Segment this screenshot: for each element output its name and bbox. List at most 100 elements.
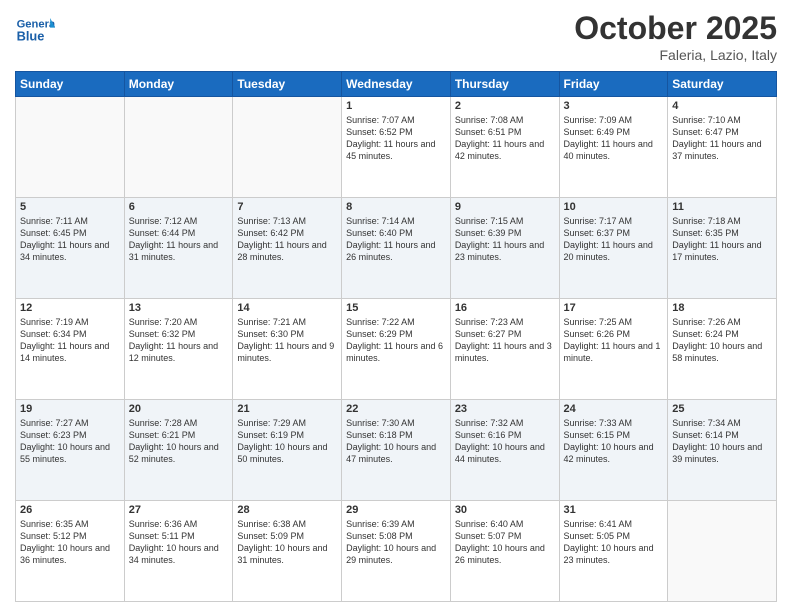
day-number: 23 (455, 403, 555, 415)
calendar-cell-w2-d7: 11 Sunrise: 7:18 AM Sunset: 6:35 PM Dayli… (668, 198, 777, 299)
cell-content: Sunrise: 7:25 AM Sunset: 6:26 PM Dayligh… (564, 316, 664, 365)
cell-content: Sunrise: 7:08 AM Sunset: 6:51 PM Dayligh… (455, 114, 555, 163)
day-number: 25 (672, 403, 772, 415)
cell-content: Sunrise: 7:14 AM Sunset: 6:40 PM Dayligh… (346, 215, 446, 264)
calendar-cell-w2-d4: 8 Sunrise: 7:14 AM Sunset: 6:40 PM Daylig… (342, 198, 451, 299)
day-number: 19 (20, 403, 120, 415)
svg-text:Blue: Blue (17, 28, 45, 43)
cell-content: Sunrise: 7:10 AM Sunset: 6:47 PM Dayligh… (672, 114, 772, 163)
calendar-cell-w3-d4: 15 Sunrise: 7:22 AM Sunset: 6:29 PM Dayli… (342, 299, 451, 400)
calendar-cell-w5-d6: 31Sunrise: 6:41 AM Sunset: 5:05 PM Dayli… (559, 501, 668, 602)
week-row-3: 12 Sunrise: 7:19 AM Sunset: 6:34 PM Dayli… (16, 299, 777, 400)
day-number: 24 (564, 403, 664, 415)
calendar-cell-w2-d5: 9 Sunrise: 7:15 AM Sunset: 6:39 PM Daylig… (450, 198, 559, 299)
cell-content: Sunrise: 6:40 AM Sunset: 5:07 PM Dayligh… (455, 518, 555, 567)
cell-content: Sunrise: 6:39 AM Sunset: 5:08 PM Dayligh… (346, 518, 446, 567)
day-number: 6 (129, 201, 229, 213)
calendar-cell-w2-d1: 5 Sunrise: 7:11 AM Sunset: 6:45 PM Daylig… (16, 198, 125, 299)
day-number: 15 (346, 302, 446, 314)
location-subtitle: Faleria, Lazio, Italy (574, 47, 777, 63)
calendar-cell-w1-d7: 4 Sunrise: 7:10 AM Sunset: 6:47 PM Daylig… (668, 97, 777, 198)
calendar-cell-w3-d7: 18 Sunrise: 7:26 AM Sunset: 6:24 PM Dayli… (668, 299, 777, 400)
calendar-cell-w5-d1: 26Sunrise: 6:35 AM Sunset: 5:12 PM Dayli… (16, 501, 125, 602)
cell-content: Sunrise: 7:27 AM Sunset: 6:23 PM Dayligh… (20, 417, 120, 466)
logo-icon: General Blue (15, 10, 55, 50)
cell-content: Sunrise: 7:13 AM Sunset: 6:42 PM Dayligh… (237, 215, 337, 264)
calendar-cell-w4-d7: 25Sunrise: 7:34 AM Sunset: 6:14 PM Dayli… (668, 400, 777, 501)
calendar-cell-w1-d2 (124, 97, 233, 198)
day-number: 1 (346, 100, 446, 112)
day-number: 3 (564, 100, 664, 112)
calendar-cell-w4-d6: 24 Sunrise: 7:33 AM Sunset: 6:15 PM Dayli… (559, 400, 668, 501)
logo: General Blue (15, 10, 57, 50)
week-row-4: 19 Sunrise: 7:27 AM Sunset: 6:23 PM Dayli… (16, 400, 777, 501)
cell-content: Sunrise: 7:33 AM Sunset: 6:15 PM Dayligh… (564, 417, 664, 466)
header-sunday: Sunday (16, 72, 125, 97)
calendar-cell-w3-d5: 16 Sunrise: 7:23 AM Sunset: 6:27 PM Dayli… (450, 299, 559, 400)
cell-content: Sunrise: 7:09 AM Sunset: 6:49 PM Dayligh… (564, 114, 664, 163)
day-number: 27 (129, 504, 229, 516)
cell-content: Sunrise: 7:28 AM Sunset: 6:21 PM Dayligh… (129, 417, 229, 466)
cell-content: Sunrise: 7:12 AM Sunset: 6:44 PM Dayligh… (129, 215, 229, 264)
header-friday: Friday (559, 72, 668, 97)
cell-content: Sunrise: 7:20 AM Sunset: 6:32 PM Dayligh… (129, 316, 229, 365)
calendar-cell-w1-d6: 3 Sunrise: 7:09 AM Sunset: 6:49 PM Daylig… (559, 97, 668, 198)
day-number: 29 (346, 504, 446, 516)
cell-content: Sunrise: 7:22 AM Sunset: 6:29 PM Dayligh… (346, 316, 446, 365)
header-monday: Monday (124, 72, 233, 97)
calendar-cell-w4-d1: 19 Sunrise: 7:27 AM Sunset: 6:23 PM Dayli… (16, 400, 125, 501)
day-number: 18 (672, 302, 772, 314)
day-number: 28 (237, 504, 337, 516)
header-thursday: Thursday (450, 72, 559, 97)
cell-content: Sunrise: 7:29 AM Sunset: 6:19 PM Dayligh… (237, 417, 337, 466)
calendar-cell-w5-d2: 27 Sunrise: 6:36 AM Sunset: 5:11 PM Dayli… (124, 501, 233, 602)
header: General Blue October 2025 Faleria, Lazio… (15, 10, 777, 63)
cell-content: Sunrise: 7:07 AM Sunset: 6:52 PM Dayligh… (346, 114, 446, 163)
day-number: 12 (20, 302, 120, 314)
week-row-5: 26Sunrise: 6:35 AM Sunset: 5:12 PM Dayli… (16, 501, 777, 602)
calendar-cell-w4-d3: 21 Sunrise: 7:29 AM Sunset: 6:19 PM Dayli… (233, 400, 342, 501)
calendar-cell-w5-d5: 30 Sunrise: 6:40 AM Sunset: 5:07 PM Dayli… (450, 501, 559, 602)
cell-content: Sunrise: 7:23 AM Sunset: 6:27 PM Dayligh… (455, 316, 555, 365)
day-number: 21 (237, 403, 337, 415)
cell-content: Sunrise: 7:26 AM Sunset: 6:24 PM Dayligh… (672, 316, 772, 365)
calendar-cell-w1-d4: 1 Sunrise: 7:07 AM Sunset: 6:52 PM Daylig… (342, 97, 451, 198)
day-number: 20 (129, 403, 229, 415)
header-wednesday: Wednesday (342, 72, 451, 97)
cell-content: Sunrise: 7:30 AM Sunset: 6:18 PM Dayligh… (346, 417, 446, 466)
cell-content: Sunrise: 6:38 AM Sunset: 5:09 PM Dayligh… (237, 518, 337, 567)
day-number: 30 (455, 504, 555, 516)
day-number: 2 (455, 100, 555, 112)
calendar-cell-w3-d2: 13Sunrise: 7:20 AM Sunset: 6:32 PM Dayli… (124, 299, 233, 400)
day-number: 16 (455, 302, 555, 314)
calendar-cell-w3-d1: 12 Sunrise: 7:19 AM Sunset: 6:34 PM Dayli… (16, 299, 125, 400)
calendar-header-row: Sunday Monday Tuesday Wednesday Thursday… (16, 72, 777, 97)
calendar-cell-w2-d3: 7 Sunrise: 7:13 AM Sunset: 6:42 PM Daylig… (233, 198, 342, 299)
calendar-cell-w3-d3: 14Sunrise: 7:21 AM Sunset: 6:30 PM Dayli… (233, 299, 342, 400)
day-number: 22 (346, 403, 446, 415)
header-tuesday: Tuesday (233, 72, 342, 97)
cell-content: Sunrise: 7:19 AM Sunset: 6:34 PM Dayligh… (20, 316, 120, 365)
calendar-cell-w2-d6: 10Sunrise: 7:17 AM Sunset: 6:37 PM Dayli… (559, 198, 668, 299)
cell-content: Sunrise: 6:35 AM Sunset: 5:12 PM Dayligh… (20, 518, 120, 567)
day-number: 8 (346, 201, 446, 213)
cell-content: Sunrise: 7:18 AM Sunset: 6:35 PM Dayligh… (672, 215, 772, 264)
calendar-cell-w4-d2: 20 Sunrise: 7:28 AM Sunset: 6:21 PM Dayli… (124, 400, 233, 501)
calendar-cell-w3-d6: 17Sunrise: 7:25 AM Sunset: 6:26 PM Dayli… (559, 299, 668, 400)
cell-content: Sunrise: 7:32 AM Sunset: 6:16 PM Dayligh… (455, 417, 555, 466)
calendar-cell-w5-d3: 28 Sunrise: 6:38 AM Sunset: 5:09 PM Dayli… (233, 501, 342, 602)
day-number: 7 (237, 201, 337, 213)
day-number: 11 (672, 201, 772, 213)
calendar-cell-w5-d4: 29 Sunrise: 6:39 AM Sunset: 5:08 PM Dayli… (342, 501, 451, 602)
page: General Blue October 2025 Faleria, Lazio… (0, 0, 792, 612)
day-number: 5 (20, 201, 120, 213)
cell-content: Sunrise: 7:17 AM Sunset: 6:37 PM Dayligh… (564, 215, 664, 264)
calendar-table: Sunday Monday Tuesday Wednesday Thursday… (15, 71, 777, 602)
month-title: October 2025 (574, 10, 777, 47)
cell-content: Sunrise: 7:15 AM Sunset: 6:39 PM Dayligh… (455, 215, 555, 264)
cell-content: Sunrise: 7:11 AM Sunset: 6:45 PM Dayligh… (20, 215, 120, 264)
calendar-cell-w1-d3 (233, 97, 342, 198)
day-number: 9 (455, 201, 555, 213)
cell-content: Sunrise: 6:36 AM Sunset: 5:11 PM Dayligh… (129, 518, 229, 567)
day-number: 4 (672, 100, 772, 112)
